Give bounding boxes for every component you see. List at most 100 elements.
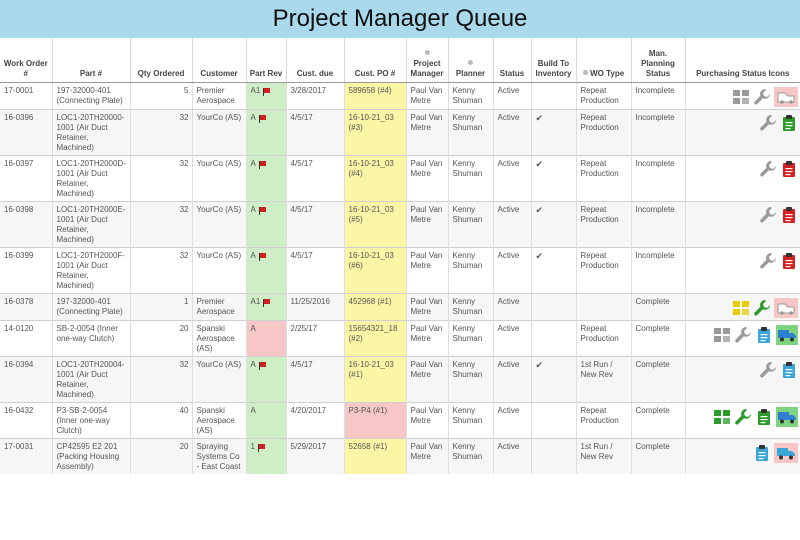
part-link[interactable]: LOC1-20TH2000F-1001 (Air Duct Retainer, … [51,246,130,293]
wrench-icon[interactable] [759,114,777,132]
cust-po-link[interactable]: 16-10-21_03 (#4) [343,154,406,201]
cust-po-link[interactable]: 15654321_18 (#2) [343,319,406,356]
clipboard-icon[interactable] [755,326,773,344]
planner-link[interactable]: Kenny Shuman [447,319,493,356]
truck-icon[interactable] [774,442,798,463]
truck-icon[interactable] [776,406,798,427]
customer-link[interactable]: Premier Aerospace [191,81,246,109]
project-manager-link[interactable]: Paul Van Metre [405,200,448,247]
part-link[interactable]: P3-SB-2-0054 (Inner one-way Clutch) [51,401,130,438]
project-manager-link[interactable]: Paul Van Metre [405,246,448,293]
part-rev-cell[interactable]: 1 [245,437,286,474]
work-order-link[interactable]: 16-0432 [0,401,52,438]
part-rev-cell[interactable]: A1 [245,292,286,320]
col-build-to-inventory[interactable]: Build To Inventory [530,38,576,83]
planner-link[interactable]: Kenny Shuman [447,437,493,474]
project-manager-link[interactable]: Paul Van Metre [405,154,448,201]
col-planning-status[interactable]: Man. Planning Status [630,38,685,83]
table-row[interactable]: 16-0378 197-32000-401 (Connecting Plate)… [0,292,800,320]
work-order-link[interactable]: 16-0394 [0,355,52,402]
table-row[interactable]: 16-0396 LOC1-20TH20000-1001 (Air Duct Re… [0,108,800,155]
planner-link[interactable]: Kenny Shuman [447,246,493,293]
clipboard-icon[interactable] [755,408,773,426]
cust-po-link[interactable]: 16-10-21_03 (#6) [343,246,406,293]
col-part[interactable]: Part # [51,38,130,83]
wrench-icon[interactable] [734,408,752,426]
work-order-link[interactable]: 17-0031 [0,437,52,474]
col-work-order[interactable]: Work Order # [0,38,52,83]
part-rev-cell[interactable]: A [245,108,286,155]
col-qty[interactable]: Qty Ordered [129,38,192,83]
work-order-link[interactable]: 16-0398 [0,200,52,247]
clipboard-icon[interactable] [780,361,798,379]
part-rev-cell[interactable]: A [245,154,286,201]
customer-link[interactable]: Spanski Aerospace (AS) [191,319,246,356]
project-manager-link[interactable]: Paul Van Metre [405,401,448,438]
clipboard-icon[interactable] [780,252,798,270]
cust-po-link[interactable]: 589658 (#4) [343,81,406,109]
planner-link[interactable]: Kenny Shuman [447,154,493,201]
wrench-icon[interactable] [753,299,771,317]
part-rev-cell[interactable]: A [245,355,286,402]
work-order-link[interactable]: 16-0378 [0,292,52,320]
part-link[interactable]: LOC1-20TH2000D-1001 (Air Duct Retainer, … [51,154,130,201]
col-planner[interactable]: Planner [447,38,493,83]
clipboard-icon[interactable] [780,160,798,178]
planner-link[interactable]: Kenny Shuman [447,292,493,320]
cust-po-link[interactable]: 16-10-21_03 (#3) [343,108,406,155]
planner-link[interactable]: Kenny Shuman [447,401,493,438]
col-customer[interactable]: Customer [191,38,246,83]
col-project-manager[interactable]: Project Manager [405,38,448,83]
col-wo-type[interactable]: WO Type [575,38,631,83]
part-link[interactable]: SB-2-0054 (Inner one-way Clutch) [51,319,130,356]
wrench-icon[interactable] [759,206,777,224]
table-row[interactable]: 17-0001 197-32000-401 (Connecting Plate)… [0,81,800,109]
part-link[interactable]: LOC1-20TH20004-1001 (Air Duct Retainer, … [51,355,130,402]
project-manager-link[interactable]: Paul Van Metre [405,292,448,320]
part-rev-cell[interactable]: A [245,246,286,293]
clipboard-icon[interactable] [780,206,798,224]
col-status[interactable]: Status [492,38,531,83]
material-icon[interactable] [713,326,731,344]
material-icon[interactable] [713,408,731,426]
outsource-icon[interactable] [774,297,798,318]
part-rev-cell[interactable]: A [245,401,286,438]
project-manager-link[interactable]: Paul Van Metre [405,81,448,109]
table-row[interactable]: 17-0031 CP42595 E2 201 (Packing Housing … [0,437,800,474]
planner-link[interactable]: Kenny Shuman [447,81,493,109]
cust-po-link[interactable]: 16-10-21_03 (#5) [343,200,406,247]
material-icon[interactable] [732,88,750,106]
cust-po-link[interactable]: P3-P4 (#1) [343,401,406,438]
col-cust-po[interactable]: Cust. PO # [343,38,406,83]
cust-po-link[interactable]: 52658 (#1) [343,437,406,474]
customer-link[interactable]: Spraying Systems Co - East Coast [191,437,246,474]
work-order-link[interactable]: 14-0120 [0,319,52,356]
col-part-rev[interactable]: Part Rev [245,38,286,83]
work-order-link[interactable]: 16-0399 [0,246,52,293]
wrench-icon[interactable] [734,326,752,344]
project-manager-link[interactable]: Paul Van Metre [405,355,448,402]
wrench-icon[interactable] [759,361,777,379]
planner-link[interactable]: Kenny Shuman [447,108,493,155]
work-order-link[interactable]: 16-0397 [0,154,52,201]
part-link[interactable]: 197-32000-401 (Connecting Plate) [51,81,130,109]
planner-link[interactable]: Kenny Shuman [447,355,493,402]
col-cust-due[interactable]: Cust. due [285,38,344,83]
wrench-icon[interactable] [759,160,777,178]
customer-link[interactable]: YourCo (AS) [191,355,246,402]
customer-link[interactable]: YourCo (AS) [191,200,246,247]
table-row[interactable]: 16-0432 P3-SB-2-0054 (Inner one-way Clut… [0,401,800,438]
material-icon[interactable] [732,299,750,317]
project-manager-link[interactable]: Paul Van Metre [405,319,448,356]
customer-link[interactable]: Premier Aerospace [191,292,246,320]
customer-link[interactable]: YourCo (AS) [191,154,246,201]
work-order-link[interactable]: 17-0001 [0,81,52,109]
project-manager-link[interactable]: Paul Van Metre [405,437,448,474]
truck-icon[interactable] [776,324,798,345]
outsource-icon[interactable] [774,86,798,107]
customer-link[interactable]: Spanski Aerospace (AS) [191,401,246,438]
project-manager-link[interactable]: Paul Van Metre [405,108,448,155]
table-row[interactable]: 14-0120 SB-2-0054 (Inner one-way Clutch)… [0,319,800,356]
table-row[interactable]: 16-0397 LOC1-20TH2000D-1001 (Air Duct Re… [0,154,800,201]
part-link[interactable]: 197-32000-401 (Connecting Plate) [51,292,130,320]
